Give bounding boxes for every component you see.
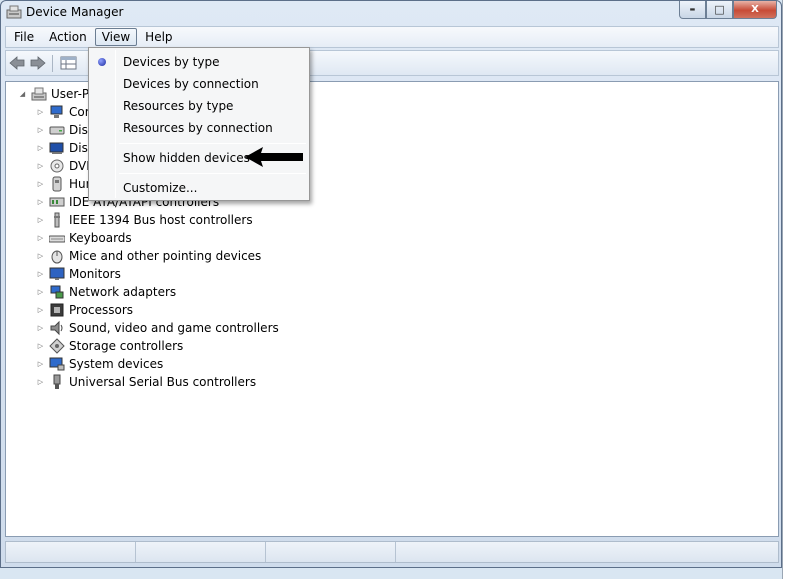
close-button[interactable]: X xyxy=(733,1,777,19)
expand-icon[interactable]: ▷ xyxy=(36,108,45,117)
tree-node-label: Storage controllers xyxy=(69,339,184,353)
menu-help[interactable]: Help xyxy=(138,28,179,46)
tree-node[interactable]: ▷ Sound, video and game controllers xyxy=(36,319,279,337)
computer-root-icon xyxy=(31,87,47,101)
expand-icon[interactable]: ▷ xyxy=(36,288,45,297)
tree-node-label: Universal Serial Bus controllers xyxy=(69,375,257,389)
menu-item-resources-by-connection[interactable]: Resources by connection xyxy=(123,118,273,138)
ide-controller-icon xyxy=(49,197,65,207)
processor-icon xyxy=(50,303,64,317)
sound-icon xyxy=(50,320,63,336)
expand-icon[interactable]: ▷ xyxy=(36,360,45,369)
usb-icon xyxy=(53,374,61,389)
expand-icon[interactable]: ▷ xyxy=(36,378,45,387)
menu-separator xyxy=(119,143,306,144)
tree-node[interactable]: ▷ Universal Serial Bus controllers xyxy=(36,373,256,391)
dvd-drive-icon xyxy=(50,159,64,173)
mouse-icon xyxy=(51,250,63,264)
back-arrow-icon[interactable] xyxy=(8,55,26,71)
menu-separator xyxy=(119,173,306,174)
menu-gutter xyxy=(115,50,116,198)
tree-node[interactable]: ▷ IEEE 1394 Bus host controllers xyxy=(36,211,253,229)
close-icon: X xyxy=(751,4,759,15)
expand-icon[interactable]: ▷ xyxy=(36,270,45,279)
tree-node-label: Mice and other pointing devices xyxy=(69,249,262,263)
tree-node[interactable]: ▷ Processors xyxy=(36,301,133,319)
properties-grid-icon[interactable] xyxy=(60,55,78,71)
menu-file[interactable]: File xyxy=(7,28,41,46)
status-cell xyxy=(266,542,396,562)
menu-item-devices-by-type[interactable]: Devices by type xyxy=(123,52,219,72)
tree-root[interactable]: ◢ User-PC xyxy=(18,85,98,103)
tree-node-label: System devices xyxy=(69,357,164,371)
tree-node-label: Keyboards xyxy=(69,231,132,245)
expand-icon[interactable]: ▷ xyxy=(36,198,45,207)
system-device-icon xyxy=(49,357,65,371)
network-adapter-icon xyxy=(50,285,64,299)
expand-icon[interactable]: ▷ xyxy=(36,252,45,261)
expand-icon[interactable]: ▷ xyxy=(36,342,45,351)
menu-item-show-hidden-devices[interactable]: Show hidden devices xyxy=(123,148,250,168)
maximize-button[interactable]: □ xyxy=(706,1,733,19)
keyboard-icon xyxy=(49,235,65,243)
window-title: Device Manager xyxy=(26,5,124,19)
expand-icon[interactable]: ▷ xyxy=(36,144,45,153)
minimize-icon: ▬ xyxy=(689,6,696,13)
expand-icon[interactable]: ▷ xyxy=(36,162,45,171)
maximize-icon: □ xyxy=(714,3,725,16)
hid-icon xyxy=(52,176,62,192)
tree-node-label: IEEE 1394 Bus host controllers xyxy=(69,213,253,227)
monitor-icon xyxy=(49,267,65,280)
tree-node[interactable]: ▷ System devices xyxy=(36,355,163,373)
device-manager-icon xyxy=(6,5,22,19)
menu-action[interactable]: Action xyxy=(42,28,94,46)
status-cell xyxy=(136,542,266,562)
tree-node[interactable]: ▷ Network adapters xyxy=(36,283,176,301)
title-bar[interactable]: Device Manager ▬ □ X xyxy=(1,1,781,25)
expand-icon[interactable]: ▷ xyxy=(36,126,45,135)
collapse-icon[interactable]: ◢ xyxy=(18,90,27,99)
selected-radio-icon xyxy=(98,58,106,66)
annotation-arrow-icon xyxy=(245,147,303,167)
forward-arrow-icon[interactable] xyxy=(29,55,47,71)
toolbar-separator xyxy=(52,55,53,72)
view-menu-dropdown: Devices by type Devices by connection Re… xyxy=(88,47,310,201)
tree-node[interactable]: ▷ Keyboards xyxy=(36,229,132,247)
expand-icon[interactable]: ▷ xyxy=(36,306,45,315)
menu-bar: File Action View Help xyxy=(5,26,779,48)
status-bar xyxy=(5,541,779,563)
tree-node-label: Processors xyxy=(69,303,134,317)
ieee1394-icon xyxy=(54,212,60,228)
background-window-edge xyxy=(782,0,795,579)
tree-node-label: Network adapters xyxy=(69,285,177,299)
menu-item-resources-by-type[interactable]: Resources by type xyxy=(123,96,233,116)
storage-controller-icon xyxy=(49,338,65,354)
expand-icon[interactable]: ▷ xyxy=(36,180,45,189)
tree-node-label: Monitors xyxy=(69,267,121,281)
tree-node[interactable]: ▷ Monitors xyxy=(36,265,121,283)
tree-node[interactable]: ▷ Storage controllers xyxy=(36,337,183,355)
computer-icon xyxy=(50,105,63,118)
tree-node-label: Sound, video and game controllers xyxy=(69,321,279,335)
menu-item-devices-by-connection[interactable]: Devices by connection xyxy=(123,74,259,94)
expand-icon[interactable]: ▷ xyxy=(36,234,45,243)
minimize-button[interactable]: ▬ xyxy=(679,1,706,19)
caption-buttons: ▬ □ X xyxy=(679,1,777,20)
status-cell xyxy=(6,542,136,562)
menu-item-customize[interactable]: Customize... xyxy=(123,178,197,198)
tree-node[interactable]: ▷ Mice and other pointing devices xyxy=(36,247,261,265)
display-adapter-icon xyxy=(49,142,64,154)
disk-drive-icon xyxy=(49,126,65,135)
menu-view[interactable]: View xyxy=(94,28,138,46)
expand-icon[interactable]: ▷ xyxy=(36,216,45,225)
expand-icon[interactable]: ▷ xyxy=(36,324,45,333)
